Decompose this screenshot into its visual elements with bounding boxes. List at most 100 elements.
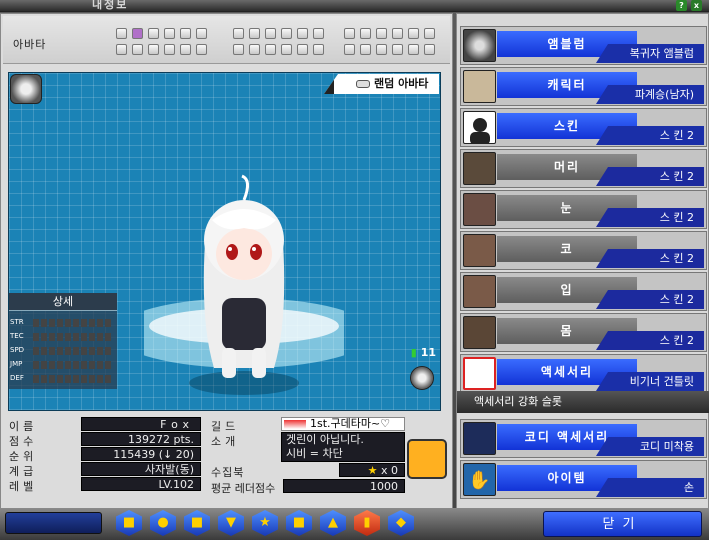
guild-field: 1st.구데타마~♡ — [281, 417, 405, 431]
avatar-slot[interactable] — [148, 28, 159, 39]
avatar-slot[interactable] — [265, 44, 276, 55]
signal-icon: ▮ — [410, 346, 417, 359]
avatar-slot[interactable] — [132, 28, 143, 39]
name-value: Fox — [81, 417, 201, 431]
detail-stats: 상세 STR TEC SPD JMP DEF — [9, 293, 117, 389]
box-icon[interactable]: ■ — [116, 510, 142, 536]
avatar-slot[interactable] — [180, 44, 191, 55]
avatar-slot[interactable] — [281, 28, 292, 39]
avatar-slot[interactable] — [344, 28, 355, 39]
avatar-slot[interactable] — [233, 28, 244, 39]
equip-value: 스 킨 2 — [596, 167, 704, 186]
avatar-slot[interactable] — [424, 28, 435, 39]
avatar-slot[interactable] — [196, 44, 207, 55]
coordi-icon — [463, 422, 496, 455]
random-avatar-checkbox[interactable] — [356, 80, 370, 88]
equip-skin[interactable]: 스킨 스 킨 2 — [460, 108, 707, 147]
card-icon[interactable]: ◆ — [388, 510, 414, 536]
skin-icon — [463, 111, 496, 144]
avatar-slot[interactable] — [164, 44, 175, 55]
eyes-icon — [463, 193, 496, 226]
character-figure — [144, 174, 344, 395]
stat-bar — [33, 319, 113, 327]
hand-icon: ✋ — [463, 463, 496, 496]
avatar-slot[interactable] — [164, 28, 175, 39]
avatar-slot[interactable] — [376, 44, 387, 55]
score-label: 점수 — [9, 435, 38, 448]
mouth-icon — [463, 275, 496, 308]
avatar-slot[interactable] — [408, 28, 419, 39]
avatar-slot[interactable] — [116, 44, 127, 55]
avatar-slot[interactable] — [249, 28, 260, 39]
ladder-value: 1000 — [283, 479, 405, 493]
avatar-slot[interactable] — [313, 44, 324, 55]
avatar-slot[interactable] — [281, 44, 292, 55]
chat-icon[interactable]: ● — [150, 510, 176, 536]
equip-accessory[interactable]: 액세서리 비기너 건틀릿 — [460, 354, 707, 393]
equip-value: 파계승(남자) — [596, 85, 704, 104]
equip-head[interactable]: 머리 스 킨 2 — [460, 149, 707, 188]
stat-row-def: DEF — [9, 373, 117, 384]
random-avatar-toggle[interactable]: 랜덤 아바타 — [324, 74, 439, 94]
profile-info: 이름 Fox 점수 139272 pts. 순위 115439 (↓ 20) 계… — [3, 415, 450, 507]
signal-indicator: ▮ 11 — [411, 346, 436, 359]
avatar-slot[interactable] — [376, 28, 387, 39]
avatar-slot[interactable] — [196, 28, 207, 39]
equip-coordi-accessory[interactable]: 코디 액세서리 코디 미착용 — [460, 419, 707, 458]
equip-value: 복귀자 앰블럼 — [596, 44, 704, 63]
avatar-slot[interactable] — [265, 28, 276, 39]
rank-value: 115439 (↓ 20) — [81, 447, 201, 461]
help-button[interactable]: ? — [676, 0, 687, 11]
avatar-slot[interactable] — [297, 44, 308, 55]
bell-icon[interactable]: ▲ — [320, 510, 346, 536]
stat-row-tec: TEC — [9, 331, 117, 342]
close-x-button[interactable]: x — [691, 0, 702, 11]
stat-row-jmp: JMP — [9, 359, 117, 370]
avatar-slot[interactable] — [233, 44, 244, 55]
avatar-slot[interactable] — [392, 44, 403, 55]
level-label: 레벨 — [9, 480, 38, 493]
ranking-icon[interactable]: ▮ — [354, 510, 380, 536]
avatar-slot[interactable] — [344, 44, 355, 55]
name-label: 이름 — [9, 420, 38, 433]
avatar-slot[interactable] — [408, 44, 419, 55]
bag-icon[interactable]: ▼ — [218, 510, 244, 536]
profile-window: 내정보 ? x 아바타 랜덤 아바타 상세 STR TEC SPD JMP DE… — [0, 0, 709, 540]
equip-character[interactable]: 캐릭터 파계승(남자) — [460, 67, 707, 106]
accessory-icon — [463, 357, 496, 390]
equip-mouth[interactable]: 입스 킨 2 — [460, 272, 707, 311]
accessory-enhance-slot[interactable]: 액세서리 강화 슬롯 — [457, 391, 709, 413]
gift-icon[interactable]: ■ — [286, 510, 312, 536]
emblem-slot-icon — [463, 29, 496, 62]
equip-value: 손 — [596, 478, 704, 497]
close-button[interactable]: 닫기 — [543, 511, 702, 537]
equip-body[interactable]: 몸스 킨 2 — [460, 313, 707, 352]
package-icon[interactable]: ■ — [184, 510, 210, 536]
avatar-slot[interactable] — [392, 28, 403, 39]
level-value: LV.102 — [81, 477, 201, 491]
avatar-slot[interactable] — [313, 28, 324, 39]
star-button-icon[interactable]: ★ — [252, 510, 278, 536]
bottom-toolbar: ■ ● ■ ▼ ★ ■ ▲ ▮ ◆ 닫기 — [0, 508, 709, 540]
avatar-slot[interactable] — [297, 28, 308, 39]
avatar-slot[interactable] — [116, 28, 127, 39]
nose-icon — [463, 234, 496, 267]
equip-eyes[interactable]: 눈스 킨 2 — [460, 190, 707, 229]
equip-nose[interactable]: 코스 킨 2 — [460, 231, 707, 270]
equip-emblem[interactable]: 앰블럼 복귀자 앰블럼 — [460, 26, 707, 65]
avatar-slot[interactable] — [132, 44, 143, 55]
collection-label: 수집북 — [211, 466, 245, 479]
equip-value: 스 킨 2 — [596, 249, 704, 268]
avatar-slot[interactable] — [424, 44, 435, 55]
avatar-slot[interactable] — [180, 28, 191, 39]
avatar-slot[interactable] — [360, 44, 371, 55]
rank-label: 순위 — [9, 450, 38, 463]
avatar-slot[interactable] — [249, 44, 260, 55]
equip-value: 스 킨 2 — [596, 126, 704, 145]
ladder-label: 평균 레더점수 — [211, 482, 276, 495]
camera-icon[interactable] — [410, 366, 434, 390]
equip-value: 스 킨 2 — [596, 290, 704, 309]
avatar-slot[interactable] — [148, 44, 159, 55]
equip-item[interactable]: ✋ 아이템 손 — [460, 460, 707, 499]
avatar-slot[interactable] — [360, 28, 371, 39]
